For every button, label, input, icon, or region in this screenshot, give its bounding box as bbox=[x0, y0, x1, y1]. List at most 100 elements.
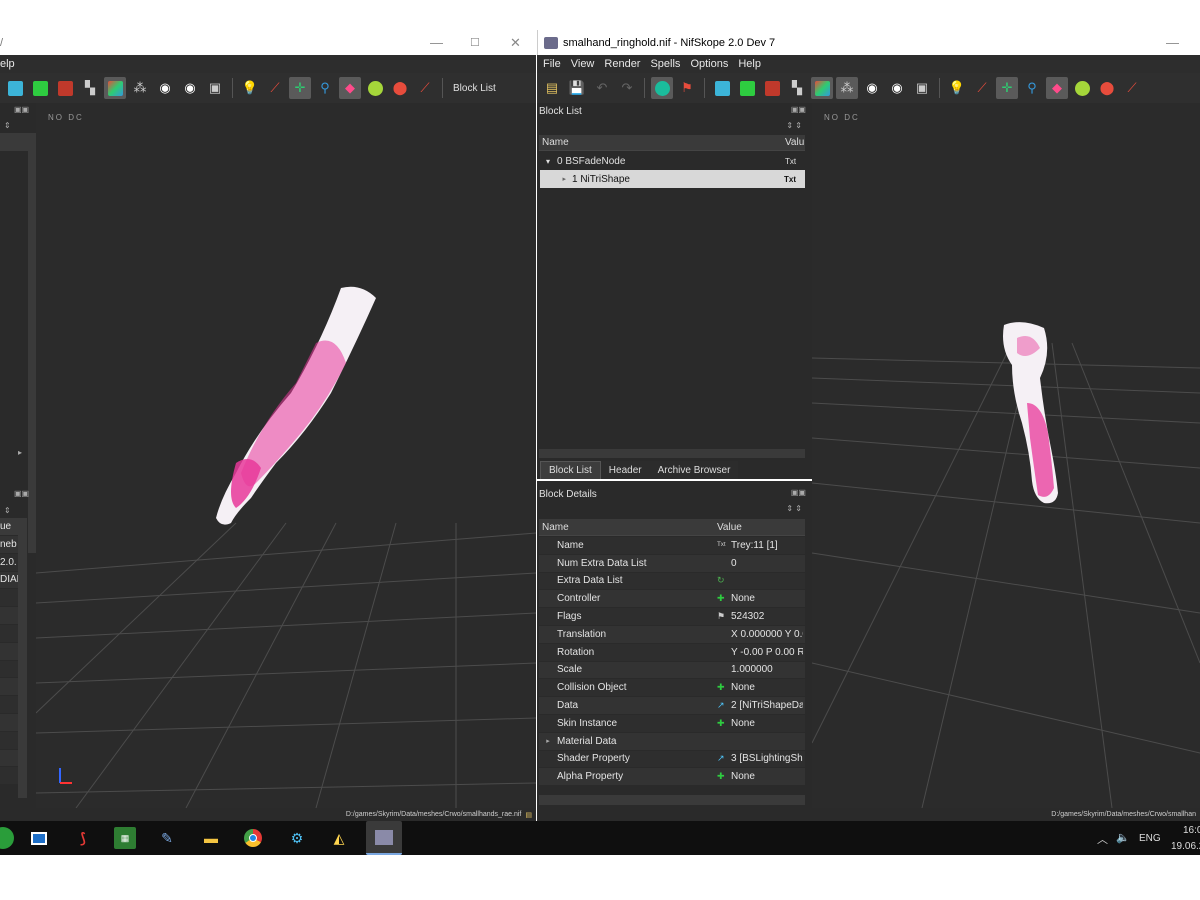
tab-block-list[interactable]: Block List bbox=[540, 461, 601, 479]
volume-icon[interactable]: 🔈 bbox=[1116, 831, 1130, 844]
details-row-value[interactable]: 1.000000 bbox=[731, 664, 803, 675]
clock-time[interactable]: 16:0 bbox=[1183, 825, 1200, 836]
menu-help[interactable]: Help bbox=[733, 58, 766, 70]
sort-icon[interactable]: ⇕ bbox=[4, 121, 11, 130]
green-cube-icon[interactable] bbox=[29, 77, 51, 99]
details-row-value[interactable]: Trey:11 [1] bbox=[731, 540, 803, 551]
sort-icon[interactable]: ⇕ bbox=[4, 506, 11, 515]
details-row-value[interactable]: 0 bbox=[731, 558, 803, 569]
file-explorer-icon[interactable]: ▬ bbox=[200, 827, 222, 849]
cube-icon[interactable] bbox=[711, 77, 733, 99]
close-icon[interactable]: ✕ bbox=[510, 35, 521, 51]
red-cube-icon[interactable] bbox=[54, 77, 76, 99]
menu-render[interactable]: Render bbox=[599, 58, 645, 70]
details-row-value[interactable]: None bbox=[731, 593, 803, 604]
details-row[interactable]: ▸ Material Data bbox=[539, 732, 805, 751]
cube-icon[interactable] bbox=[4, 77, 26, 99]
game-icon[interactable]: ◭ bbox=[328, 827, 350, 849]
details-row-value[interactable]: Y -0.00 P 0.00 R -0 bbox=[731, 647, 803, 658]
details-row-value[interactable]: 2 [NiTriShapeDa bbox=[731, 700, 803, 711]
details-row-value[interactable]: X 0.000000 Y 0.000 bbox=[731, 629, 803, 640]
red-app-icon[interactable]: ⟆ bbox=[72, 827, 94, 849]
details-row[interactable]: Num Extra Data List 0 bbox=[539, 554, 805, 573]
app-icon-green[interactable] bbox=[0, 827, 14, 849]
dock-buttons-icon[interactable]: ▣▣ bbox=[791, 105, 806, 114]
details-row[interactable]: Translation X 0.000000 Y 0.000 bbox=[539, 625, 805, 644]
shaded-cube-icon[interactable] bbox=[104, 77, 126, 99]
green-app-icon[interactable]: ▦ bbox=[114, 827, 136, 849]
right-viewport[interactable]: NO DC bbox=[812, 103, 1200, 808]
nodes-icon[interactable]: ⚲ bbox=[314, 77, 336, 99]
details-row-value[interactable]: None bbox=[731, 682, 803, 693]
paint-icon[interactable]: ◆ bbox=[339, 77, 361, 99]
paint-icon[interactable]: ◆ bbox=[1046, 77, 1068, 99]
expand-arrow-icon[interactable]: ▾ bbox=[539, 157, 557, 166]
dock-buttons-icon[interactable]: ▣▣ bbox=[791, 488, 806, 497]
save-icon[interactable]: 💾 bbox=[566, 77, 588, 99]
green-cube-icon[interactable] bbox=[736, 77, 758, 99]
clock-date[interactable]: 19.06.2 bbox=[1171, 841, 1200, 852]
grid-sphere-icon[interactable] bbox=[1071, 77, 1093, 99]
grid-sphere-icon[interactable] bbox=[364, 77, 386, 99]
details-row[interactable]: Data ↗ 2 [NiTriShapeDa bbox=[539, 697, 805, 715]
collapse-arrow-icon[interactable]: ▸ bbox=[540, 175, 572, 183]
dock-buttons-icon[interactable]: ▣▣ bbox=[14, 105, 29, 114]
shaded-cube-icon[interactable] bbox=[811, 77, 833, 99]
eye-icon[interactable]: ◉ bbox=[154, 77, 176, 99]
marker-icon[interactable]: ⬤ bbox=[389, 77, 411, 99]
menu-file[interactable]: File bbox=[537, 58, 566, 70]
tray-chevron-icon[interactable]: ︿ bbox=[1097, 831, 1108, 847]
menu-spells[interactable]: Spells bbox=[645, 58, 685, 70]
window-app-icon[interactable] bbox=[28, 827, 50, 849]
select-icon[interactable]: ⚑ bbox=[676, 77, 698, 99]
folder-icon[interactable]: ▤ bbox=[525, 811, 532, 819]
tree-item[interactable]: ▾ 0 BSFadeNode Txt bbox=[539, 152, 805, 170]
footprints-icon[interactable]: ⁂ bbox=[129, 77, 151, 99]
tree-item-selected[interactable]: ▸ 1 NiTriShape Txt bbox=[540, 170, 805, 188]
dock-buttons-icon[interactable]: ▣▣ bbox=[14, 489, 29, 498]
camera-icon[interactable]: ▣ bbox=[204, 77, 226, 99]
eye-alt-icon[interactable]: ◉ bbox=[886, 77, 908, 99]
settings-app-icon[interactable]: ⚙ bbox=[286, 827, 308, 849]
block-list-hscroll[interactable] bbox=[539, 449, 805, 458]
scroll-right-icon[interactable]: ▸ bbox=[18, 448, 22, 457]
details-row-value[interactable]: 3 [BSLightingSh bbox=[731, 753, 803, 764]
eye-alt-icon[interactable]: ◉ bbox=[179, 77, 201, 99]
details-row[interactable]: Controller ✚ None bbox=[539, 590, 805, 609]
details-row-value[interactable]: None bbox=[731, 718, 803, 729]
book-icon[interactable]: ▚ bbox=[786, 77, 808, 99]
nifskope-taskbar-icon[interactable] bbox=[366, 821, 402, 855]
maximize-icon[interactable]: ☐ bbox=[470, 36, 480, 49]
footprints-icon[interactable]: ⁂ bbox=[836, 77, 858, 99]
menu-help[interactable]: elp bbox=[0, 58, 20, 70]
editor-icon[interactable]: ✎ bbox=[156, 827, 178, 849]
block-list-toggle[interactable]: Block List bbox=[449, 83, 500, 94]
red-cube-icon[interactable] bbox=[761, 77, 783, 99]
undo-icon[interactable]: ↶ bbox=[591, 77, 613, 99]
axes-icon[interactable]: ✛ bbox=[996, 77, 1018, 99]
nodes-icon[interactable]: ⚲ bbox=[1021, 77, 1043, 99]
expand-arrow-icon[interactable]: ▸ bbox=[539, 737, 557, 745]
book-icon[interactable]: ▚ bbox=[79, 77, 101, 99]
tab-archive-browser[interactable]: Archive Browser bbox=[649, 461, 739, 479]
minimize-icon[interactable]: — bbox=[430, 35, 443, 50]
light-bulb-icon[interactable]: 💡 bbox=[946, 77, 968, 99]
details-row[interactable]: Shader Property ↗ 3 [BSLightingSh bbox=[539, 750, 805, 769]
details-row[interactable]: Scale 1.000000 bbox=[539, 661, 805, 680]
axes-icon[interactable]: ✛ bbox=[289, 77, 311, 99]
light-bulb-icon[interactable]: 💡 bbox=[239, 77, 261, 99]
bone-icon[interactable]: ⟋ bbox=[414, 77, 436, 99]
details-row[interactable]: Flags ⚑ 524302 bbox=[539, 608, 805, 626]
minimize-icon[interactable]: — bbox=[1166, 35, 1179, 50]
details-scrollbar[interactable] bbox=[18, 518, 27, 798]
details-hscroll[interactable] bbox=[539, 795, 805, 805]
left-viewport[interactable]: NO DC bbox=[36, 103, 536, 808]
details-row-value[interactable]: None bbox=[731, 771, 803, 782]
pin-icon[interactable]: ⟋ bbox=[971, 77, 993, 99]
language-indicator[interactable]: ENG bbox=[1139, 833, 1161, 844]
details-row[interactable]: Collision Object ✚ None bbox=[539, 679, 805, 698]
details-row[interactable]: Skin Instance ✚ None bbox=[539, 714, 805, 733]
open-file-icon[interactable]: ▤ bbox=[541, 77, 563, 99]
redo-icon[interactable]: ↷ bbox=[616, 77, 638, 99]
camera-icon[interactable]: ▣ bbox=[911, 77, 933, 99]
